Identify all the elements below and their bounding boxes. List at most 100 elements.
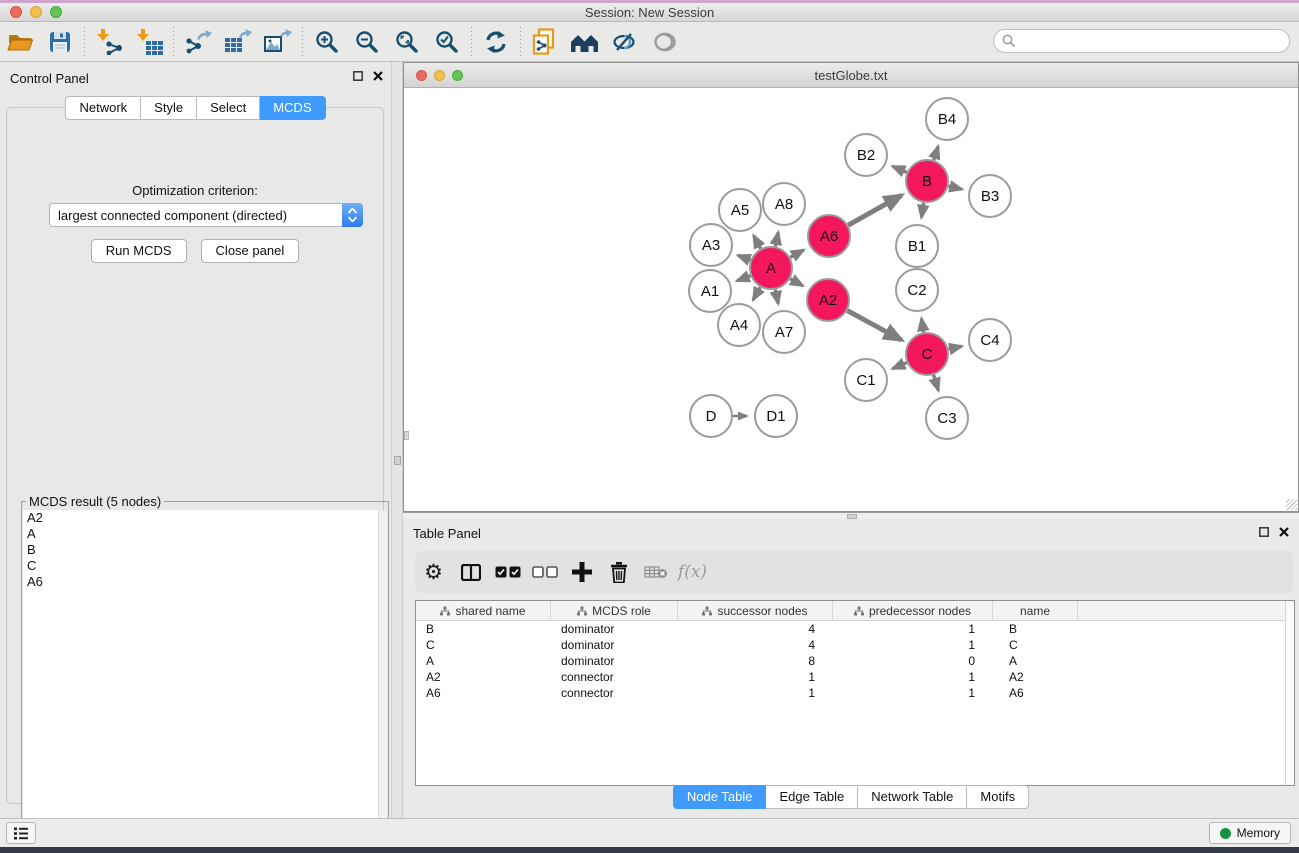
edge-A-A7[interactable] [775, 290, 778, 304]
column-header-name[interactable]: name [993, 601, 1078, 621]
vertical-splitter[interactable] [391, 62, 403, 818]
import-network-button[interactable] [89, 24, 129, 60]
table-tab-motifs[interactable]: Motifs [967, 785, 1029, 809]
result-item[interactable]: A6 [23, 574, 387, 590]
table-cell: 0 [833, 653, 993, 669]
node-label-A3: A3 [702, 237, 720, 254]
edge-A-A8[interactable] [775, 232, 778, 246]
select-all-button[interactable] [489, 554, 526, 590]
mcds-tab-content: Optimization criterion: largest connecte… [6, 107, 384, 804]
edge-A-A6[interactable] [790, 250, 803, 257]
edge-B-B3[interactable] [948, 186, 961, 189]
delete-table-icon [644, 565, 668, 579]
edge-A-A1[interactable] [737, 276, 750, 281]
show-columns-button[interactable] [452, 554, 489, 590]
open-session-button[interactable] [0, 24, 40, 60]
result-scrollbar[interactable] [378, 510, 387, 844]
edge-A-A5[interactable] [754, 236, 761, 249]
function-builder-button[interactable]: f(x) [674, 554, 711, 590]
network-canvas[interactable]: B4B2BB3A8A5A6A3B1AC2A1A2A4A7C4CC1DD1C3 [404, 88, 1298, 511]
tab-style[interactable]: Style [141, 96, 197, 120]
edge-C-C3[interactable] [934, 375, 939, 390]
search-input[interactable] [993, 29, 1290, 53]
result-item[interactable]: B [23, 542, 387, 558]
close-panel-icon[interactable] [373, 71, 383, 81]
table-tab-network-table[interactable]: Network Table [858, 785, 967, 809]
save-floppy-icon [49, 31, 71, 53]
edge-C-C1[interactable] [893, 363, 907, 369]
table-row[interactable]: Cdominator41C [416, 637, 1294, 653]
edge-C-C4[interactable] [948, 346, 961, 349]
overview-homes-button[interactable] [565, 24, 605, 60]
node-label-B4: B4 [938, 111, 956, 128]
delete-entry-button[interactable] [600, 554, 637, 590]
table-scrollbar[interactable] [1285, 601, 1294, 785]
zoom-selected-button[interactable] [427, 24, 467, 60]
network-graph[interactable]: B4B2BB3A8A5A6A3B1AC2A1A2A4A7C4CC1DD1C3 [404, 88, 1298, 511]
table-row[interactable]: A2connector11A2 [416, 669, 1294, 685]
network-window-titlebar[interactable]: testGlobe.txt [404, 63, 1298, 88]
tab-select[interactable]: Select [197, 96, 260, 120]
result-item[interactable]: A [23, 526, 387, 542]
column-header-successor-nodes[interactable]: successor nodes [678, 601, 833, 621]
table-cell: B [993, 621, 1078, 637]
export-image-button[interactable] [258, 24, 298, 60]
table-tab-node-table[interactable]: Node Table [673, 785, 767, 809]
tab-network[interactable]: Network [65, 96, 141, 120]
export-table-button[interactable] [218, 24, 258, 60]
show-details-button[interactable] [645, 24, 685, 60]
horizontal-splitter[interactable] [403, 512, 1299, 519]
column-header-predecessor-nodes[interactable]: predecessor nodes [833, 601, 993, 621]
edge-A2-C[interactable] [847, 311, 901, 341]
zoom-out-button[interactable] [347, 24, 387, 60]
column-header-MCDS-role[interactable]: MCDS role [551, 601, 678, 621]
delete-table-button[interactable] [637, 554, 674, 590]
table-row[interactable]: A6connector11A6 [416, 685, 1294, 701]
list-icon [14, 827, 28, 840]
edge-B-B4[interactable] [934, 147, 938, 160]
close-panel-icon[interactable] [1279, 527, 1289, 537]
window-resize-grip[interactable] [1286, 499, 1297, 510]
import-table-button[interactable] [129, 24, 169, 60]
gear-icon: ⚙ [424, 562, 443, 583]
clear-selection-button[interactable] [526, 554, 563, 590]
run-mcds-button[interactable]: Run MCDS [91, 239, 187, 263]
show-panels-button[interactable] [6, 822, 36, 844]
table-body: Bdominator41BCdominator41CAdominator80AA… [416, 621, 1294, 701]
close-panel-button[interactable]: Close panel [201, 239, 300, 263]
toolbar-separator [173, 27, 174, 57]
float-panel-icon[interactable] [353, 71, 363, 81]
hide-details-button[interactable] [605, 24, 645, 60]
edge-B-B2[interactable] [893, 166, 907, 172]
edge-B-B1[interactable] [921, 203, 923, 218]
zoom-in-button[interactable] [307, 24, 347, 60]
save-session-button[interactable] [40, 24, 80, 60]
node-label-D1: D1 [766, 408, 785, 425]
table-settings-button[interactable]: ⚙ [415, 554, 452, 590]
edge-C-C2[interactable] [921, 319, 923, 333]
mcds-result-list[interactable]: A2ABCA6 [23, 510, 387, 844]
float-panel-icon[interactable] [1259, 527, 1269, 537]
table-panel: Table Panel ⚙ [403, 519, 1299, 818]
edge-A-A3[interactable] [738, 255, 750, 260]
result-item[interactable]: A2 [23, 510, 387, 526]
memory-button[interactable]: Memory [1209, 822, 1291, 844]
duplicate-network-button[interactable] [525, 24, 565, 60]
splitter-handle[interactable] [394, 456, 401, 465]
zoom-fit-button[interactable] [387, 24, 427, 60]
edge-A-A4[interactable] [753, 287, 760, 300]
edge-A6-B[interactable] [848, 195, 902, 225]
tab-mcds[interactable]: MCDS [260, 96, 325, 120]
export-network-button[interactable] [178, 24, 218, 60]
main-titlebar[interactable]: Session: New Session [0, 3, 1299, 22]
table-row[interactable]: Adominator80A [416, 653, 1294, 669]
add-entry-button[interactable] [563, 554, 600, 590]
edge-A-A2[interactable] [790, 279, 803, 286]
apply-layout-button[interactable] [476, 24, 516, 60]
column-header-shared-name[interactable]: shared name [416, 601, 551, 621]
table-tab-edge-table[interactable]: Edge Table [766, 785, 858, 809]
table-cell: 1 [678, 669, 833, 685]
table-row[interactable]: Bdominator41B [416, 621, 1294, 637]
result-item[interactable]: C [23, 558, 387, 574]
optimization-criterion-dropdown[interactable]: largest connected component (directed) [49, 203, 363, 227]
